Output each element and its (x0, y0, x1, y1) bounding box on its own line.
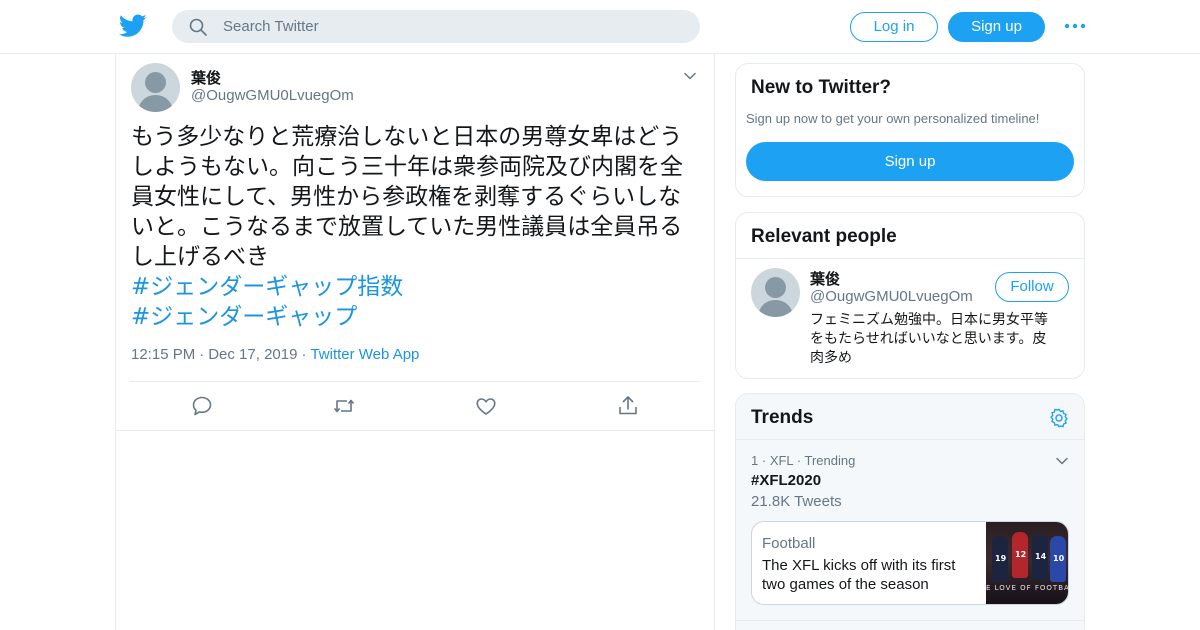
divider (736, 439, 1084, 440)
news-thumbnail: 19 12 14 10 E LOVE OF FOOTBALL (986, 522, 1069, 604)
signup-button[interactable]: Sign up (746, 142, 1074, 181)
trend-rank: 1 (751, 453, 759, 468)
divider (736, 620, 1084, 621)
gear-icon[interactable] (1048, 407, 1070, 429)
tweet: 葉俊 @OugwGMU0LvuegOm もう多少なりと荒療治しないと日本の男尊女… (116, 54, 714, 431)
chevron-down-icon[interactable] (1054, 453, 1070, 469)
divider (736, 258, 1084, 259)
meta-separator: · (301, 346, 307, 363)
tweet-date[interactable]: Dec 17, 2019 (208, 346, 297, 363)
meta-separator: · (761, 453, 770, 468)
avatar-body (758, 300, 793, 317)
share-icon[interactable] (616, 394, 640, 418)
chevron-down-icon[interactable] (682, 68, 698, 84)
search-placeholder: Search Twitter (223, 18, 319, 35)
top-bar: Search Twitter Log in Sign up (0, 0, 1200, 54)
meta-separator: · (796, 453, 805, 468)
avatar-body (138, 95, 173, 112)
jersey-number: 10 (1053, 554, 1065, 563)
more-options-icon[interactable] (1064, 16, 1086, 36)
tweet-text: もう多少なりと荒療治しないと日本の男尊女卑はどう しようもない。向こう三十年は衆… (131, 122, 701, 272)
tweet-text-line: 員女性にして、男性から参政権を剥奪するぐらいしな (131, 184, 682, 210)
relevant-people-card: Relevant people 葉俊 @OugwGMU0LvuegOm Foll… (735, 212, 1085, 379)
jersey-number: 19 (995, 554, 1007, 563)
hashtag-link[interactable]: #ジェンダーギャップ指数 (131, 272, 403, 302)
signup-button[interactable]: Sign up (948, 12, 1045, 42)
card-title: New to Twitter? (751, 77, 892, 98)
divider (129, 381, 700, 382)
trend-status: Trending (804, 453, 856, 468)
retweet-icon[interactable] (332, 394, 356, 418)
search-icon (189, 18, 207, 36)
trend-news-card[interactable]: Football The XFL kicks off with its firs… (751, 521, 1069, 605)
tweet-text-line: いと。こうなるまで放置していた男性議員は全員吊る (131, 214, 683, 240)
trend-hashtag[interactable]: #XFL2020 (751, 472, 821, 489)
jersey-number: 12 (1015, 550, 1027, 559)
jersey-number: 14 (1035, 552, 1047, 561)
meta-separator: · (199, 346, 205, 363)
new-to-twitter-card: New to Twitter? Sign up now to get your … (735, 63, 1085, 197)
login-button[interactable]: Log in (850, 12, 938, 42)
tweet-time[interactable]: 12:15 PM (131, 346, 195, 363)
news-category: Football (762, 535, 816, 552)
person-name[interactable]: 葉俊 (810, 268, 840, 289)
card-subtitle: Sign up now to get your own personalized… (746, 111, 1040, 126)
trend-tweet-count: 21.8K Tweets (751, 493, 842, 510)
tweet-source-link[interactable]: Twitter Web App (310, 346, 419, 363)
person-handle[interactable]: @OugwGMU0LvuegOm (810, 288, 973, 305)
author-handle[interactable]: @OugwGMU0LvuegOm (191, 87, 354, 104)
tweet-text-line: もう多少なりと荒療治しないと日本の男尊女卑はどう (131, 124, 683, 150)
author-name[interactable]: 葉俊 (191, 67, 221, 88)
tweet-meta: 12:15 PM · Dec 17, 2019 · Twitter Web App (131, 346, 419, 363)
news-headline: The XFL kicks off with its first two gam… (762, 557, 956, 593)
tweet-text-line: しようもない。向こう三十年は衆参両院及び内閣を全 (131, 154, 683, 180)
trend-meta: 1 · XFL · Trending (751, 453, 855, 468)
main-column: 葉俊 @OugwGMU0LvuegOm もう多少なりと荒療治しないと日本の男尊女… (115, 54, 715, 630)
bio-line: をもたらせればいいなと思います。皮 (810, 331, 1047, 347)
bio-line: フェミニズム勉強中。日本に男女平等 (810, 312, 1048, 328)
bio-line: 肉多め (810, 350, 852, 366)
hashtag-link[interactable]: #ジェンダーギャップ (131, 302, 357, 332)
card-title: Relevant people (751, 226, 897, 247)
reply-icon[interactable] (190, 394, 214, 418)
trends-card: Trends 1 · XFL · Trending #XFL2020 21.8K… (735, 393, 1085, 630)
tweet-text-line: し上げるべき (131, 244, 269, 270)
follow-button[interactable]: Follow (995, 272, 1069, 302)
image-caption: E LOVE OF FOOTBALL (986, 584, 1069, 592)
twitter-bird-icon[interactable] (119, 13, 147, 39)
like-icon[interactable] (474, 394, 498, 418)
avatar-head (145, 72, 166, 93)
search-input[interactable]: Search Twitter (172, 10, 700, 43)
avatar[interactable] (751, 268, 800, 317)
person-bio: フェミニズム勉強中。日本に男女平等 をもたらせればいいなと思います。皮 肉多め (810, 311, 1074, 368)
avatar-head (765, 277, 786, 298)
card-title: Trends (751, 407, 814, 428)
trend-category: XFL (769, 453, 794, 468)
avatar[interactable] (131, 63, 180, 112)
